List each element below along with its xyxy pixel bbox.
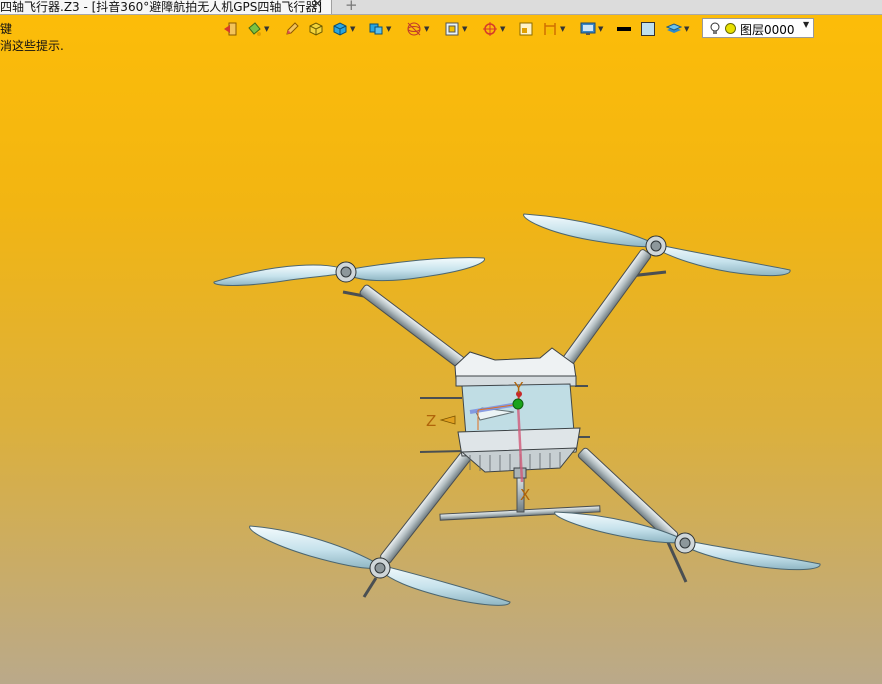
arm-front-left — [359, 284, 465, 368]
close-icon[interactable]: ✕ — [312, 0, 323, 12]
shaded-cube-icon — [333, 22, 347, 36]
display-settings-button[interactable]: ▼ — [580, 19, 603, 39]
layer-color-icon — [725, 23, 736, 34]
layer-dropdown[interactable]: 图层0000 ▼ — [702, 18, 814, 38]
dimension-button[interactable]: ▼ — [542, 19, 565, 39]
propeller-front-right — [523, 213, 791, 277]
3d-viewport[interactable]: Y Z X 键 消这些提示. ▼ ▼ ▼ ▼ ▼ ▼ ▼ ▼ ▼ 图层0000 … — [0, 0, 882, 684]
view-frame-icon — [445, 22, 459, 36]
paint-bucket-icon — [248, 22, 261, 36]
propeller-back-left — [249, 525, 511, 606]
paint-button[interactable]: ▼ — [246, 19, 269, 39]
view-frame-button[interactable]: ▼ — [444, 19, 467, 39]
line-thickness-icon — [617, 27, 631, 31]
dimension-icon — [544, 23, 556, 35]
axis-x-label: X — [520, 486, 530, 504]
rectangle-select-icon — [519, 22, 533, 36]
chevron-down-icon[interactable]: ▼ — [500, 25, 505, 33]
chevron-down-icon[interactable]: ▼ — [684, 25, 689, 33]
color-swatch-button[interactable] — [640, 19, 656, 39]
arm-back-left — [380, 450, 472, 564]
solid-box-button[interactable] — [308, 19, 324, 39]
arm-front-right — [562, 249, 652, 365]
shaded-view-button[interactable]: ▼ — [332, 19, 355, 39]
axis-z-label: Z — [426, 412, 436, 430]
document-tab-title: 四轴飞行器.Z3 - [抖音360°避障航拍无人机GPS四轴飞行器] — [0, 0, 323, 14]
layer-stack-button[interactable]: ▼ — [666, 19, 689, 39]
chevron-down-icon[interactable]: ▼ — [462, 25, 467, 33]
exit-icon — [224, 22, 237, 36]
display-settings-icon — [580, 22, 596, 35]
document-tab[interactable]: 四轴飞行器.Z3 - [抖音360°避障航拍无人机GPS四轴飞行器] ✕ — [0, 0, 332, 14]
chevron-down-icon[interactable]: ▼ — [424, 25, 429, 33]
hint-line-1: 键 — [0, 22, 13, 36]
stacked-view-button[interactable]: ▼ — [368, 19, 391, 39]
stacked-cubes-icon — [369, 23, 383, 35]
exit-button[interactable] — [222, 19, 238, 39]
propeller-back-right — [554, 511, 821, 571]
new-tab-button[interactable]: + — [345, 0, 358, 14]
wireframe-sphere-icon — [407, 22, 421, 36]
layer-name: 图层0000 — [740, 23, 795, 37]
chevron-down-icon[interactable]: ▼ — [598, 25, 603, 33]
line-thickness-button[interactable] — [616, 19, 632, 39]
chevron-down-icon[interactable]: ▼ — [386, 25, 391, 33]
color-swatch-icon — [641, 22, 655, 36]
pencil-button[interactable] — [284, 19, 300, 39]
chevron-down-icon[interactable]: ▼ — [803, 20, 809, 29]
propeller-front-left — [213, 257, 486, 286]
wireframe-button[interactable]: ▼ — [406, 19, 429, 39]
hint-line-2: 消这些提示. — [0, 39, 64, 53]
rectangle-select-button[interactable] — [518, 19, 534, 39]
snap-target-button[interactable]: ▼ — [482, 19, 505, 39]
layer-stack-icon — [666, 23, 682, 33]
chevron-down-icon[interactable]: ▼ — [350, 25, 355, 33]
pencil-icon — [286, 22, 299, 35]
solid-box-icon — [309, 22, 323, 36]
axis-y-label: Y — [513, 379, 524, 397]
chevron-down-icon[interactable]: ▼ — [264, 25, 269, 33]
document-tab-bar: 四轴飞行器.Z3 - [抖音360°避障航拍无人机GPS四轴飞行器] ✕ + — [0, 0, 882, 15]
chevron-down-icon[interactable]: ▼ — [560, 25, 565, 33]
target-snap-icon — [483, 22, 497, 36]
quadcopter-model[interactable]: Y Z X — [0, 0, 882, 684]
lightbulb-icon[interactable] — [708, 21, 722, 35]
